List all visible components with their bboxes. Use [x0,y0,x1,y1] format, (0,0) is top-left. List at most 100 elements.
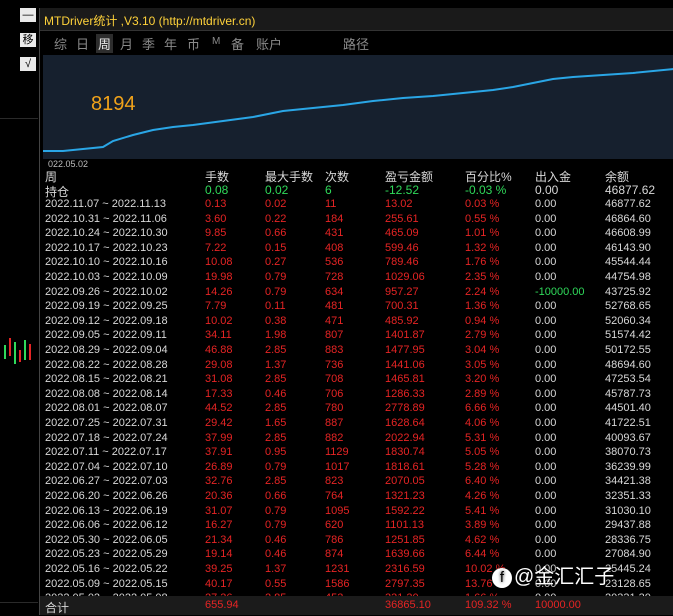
cell-balance: 40093.67 [605,431,651,444]
cell-week: 2022.08.29 ~ 2022.09.04 [45,344,168,356]
cell-percent: 1.32 % [465,241,500,254]
cell-pnl: 1818.61 [385,460,425,473]
cell-percent: 5.28 % [465,460,500,473]
position-io: 0.00 [535,183,559,197]
cell-week: 2022.11.07 ~ 2022.11.13 [45,198,167,210]
cell-percent: 5.41 % [465,504,500,517]
cell-percent: 3.05 % [465,358,500,371]
cell-io: 0.00 [535,490,557,502]
tab-yearly[interactable]: 年 [164,34,177,53]
watermark-text: @金汇汇子 [514,566,615,588]
cell-balance: 48694.60 [605,358,651,371]
cell-count: 807 [325,329,344,342]
cell-lots: 29.42 [205,417,233,429]
cell-count: 408 [325,241,344,254]
cell-week: 2022.08.01 ~ 2022.08.07 [45,402,168,415]
candle [4,345,6,359]
table-row: 2022.09.19 ~ 2022.09.25 7.79 0.11 481 700.31… [43,300,671,315]
cell-percent: 3.20 % [465,373,500,386]
minimize-button[interactable]: — [20,8,36,22]
tab-notes[interactable]: 备 [231,34,244,53]
cell-balance: 28336.75 [605,533,651,546]
table-row: 2022.08.01 ~ 2022.08.07 44.52 2.85 780 2778.… [43,402,671,417]
cell-max-lots: 1.37 [265,563,287,575]
cell-count: 11 [325,198,337,210]
cell-count: 1017 [325,460,350,473]
cell-io: 0.00 [535,475,557,488]
tab-quarterly[interactable]: 季 [142,34,155,53]
table-row: 2022.08.15 ~ 2022.08.21 31.08 2.85 708 1465.… [43,373,671,388]
cell-pnl: 1830.74 [385,446,425,459]
cell-count: 786 [325,533,344,546]
cell-pnl: 2022.94 [385,431,425,444]
cell-io: 0.00 [535,460,557,473]
cell-percent: 0.03 % [465,198,500,210]
cell-percent: 5.31 % [465,431,500,444]
cell-percent: 4.26 % [465,490,500,502]
cell-week: 2022.10.31 ~ 2022.11.06 [45,212,167,225]
check-button[interactable]: √ [20,57,36,71]
cell-io: 0.00 [535,402,557,415]
tab-account[interactable]: 账户 [256,34,282,53]
cell-lots: 37.91 [205,446,233,459]
candle [19,350,21,362]
cell-count: 736 [325,358,344,371]
totals-bar: 合计 655.94 36865.10 109.32 % 10000.00 [40,596,673,615]
table-header: 周 手数 最大手数 次数 盈亏金额 百分比% 出入金 余额 [43,168,671,184]
cell-io: 0.00 [535,446,557,459]
cell-balance: 32351.33 [605,490,651,502]
total-pnl: 36865.10 [385,599,431,611]
candle [9,338,11,356]
cell-max-lots: 0.22 [265,212,287,225]
table-row: 2022.10.24 ~ 2022.10.30 9.85 0.66 431 465.09… [43,227,671,242]
total-lots: 655.94 [205,599,239,611]
cell-pnl: 1477.95 [385,344,425,356]
watermark-logo-icon: f [492,567,512,588]
title-bar[interactable]: MTDriver统计 ,V3.10 (http://mtdriver.cn) [40,8,673,31]
balance-curve-svg [43,68,673,152]
cell-balance: 38070.73 [605,446,651,459]
cell-count: 780 [325,402,344,415]
table-row: 2022.06.27 ~ 2022.07.03 32.76 2.85 823 2070.… [43,475,671,490]
cell-lots: 10.02 [205,314,233,327]
tab-monthly[interactable]: 月 [120,34,133,53]
cell-balance: 47253.54 [605,373,651,386]
table-row: 2022.08.22 ~ 2022.08.28 29.08 1.37 736 1441.… [43,359,671,374]
cell-percent: 1.01 % [465,227,500,240]
tab-weekly[interactable]: 周 [96,34,114,53]
cell-io: 0.00 [535,344,557,356]
cell-io: 0.00 [535,417,557,429]
cell-pnl: 1441.06 [385,358,425,371]
cell-count: 1586 [325,577,350,590]
watermark: f @金汇汇子 [492,560,614,589]
table-row: 2022.08.29 ~ 2022.09.04 46.88 2.85 883 1477.… [43,344,671,359]
cell-week: 2022.07.04 ~ 2022.07.10 [45,460,168,473]
cell-balance: 41722.51 [605,417,651,429]
balance-curve-chart: 8194 022.05.02 [43,55,673,169]
cell-lots: 44.52 [205,402,233,415]
cell-max-lots: 0.46 [265,533,287,546]
cell-count: 887 [325,417,344,429]
mtdriver-stats-window: MTDriver统计 ,V3.10 (http://mtdriver.cn) 综… [39,8,673,615]
chart-divider [0,118,38,119]
tab-overview[interactable]: 综 [54,34,67,53]
cell-week: 2022.06.13 ~ 2022.06.19 [45,504,168,517]
tab-currency[interactable]: 币 [187,34,200,53]
cell-max-lots: 0.11 [265,300,286,313]
cell-io: 0.00 [535,431,557,444]
tab-magic[interactable]: M [212,36,220,47]
cell-io: 0.00 [535,314,557,327]
cell-week: 2022.06.20 ~ 2022.06.26 [45,490,168,502]
cell-percent: 1.76 % [465,256,500,269]
tab-daily[interactable]: 日 [76,34,89,53]
cell-count: 634 [325,285,344,298]
cell-io: 0.00 [535,256,557,269]
tab-path[interactable]: 路径 [343,34,369,53]
cell-percent: 4.06 % [465,417,500,429]
position-row: 持仓 0.08 0.02 6 -12.52 -0.03 % 0.00 46877… [43,183,671,199]
candle [24,340,26,360]
cell-percent: 5.05 % [465,446,500,459]
move-button[interactable]: 移 [20,33,36,47]
table-row: 2022.11.07 ~ 2022.11.13 0.13 0.02 11 13.02 0.… [43,198,671,213]
cell-lots: 7.79 [205,300,227,313]
